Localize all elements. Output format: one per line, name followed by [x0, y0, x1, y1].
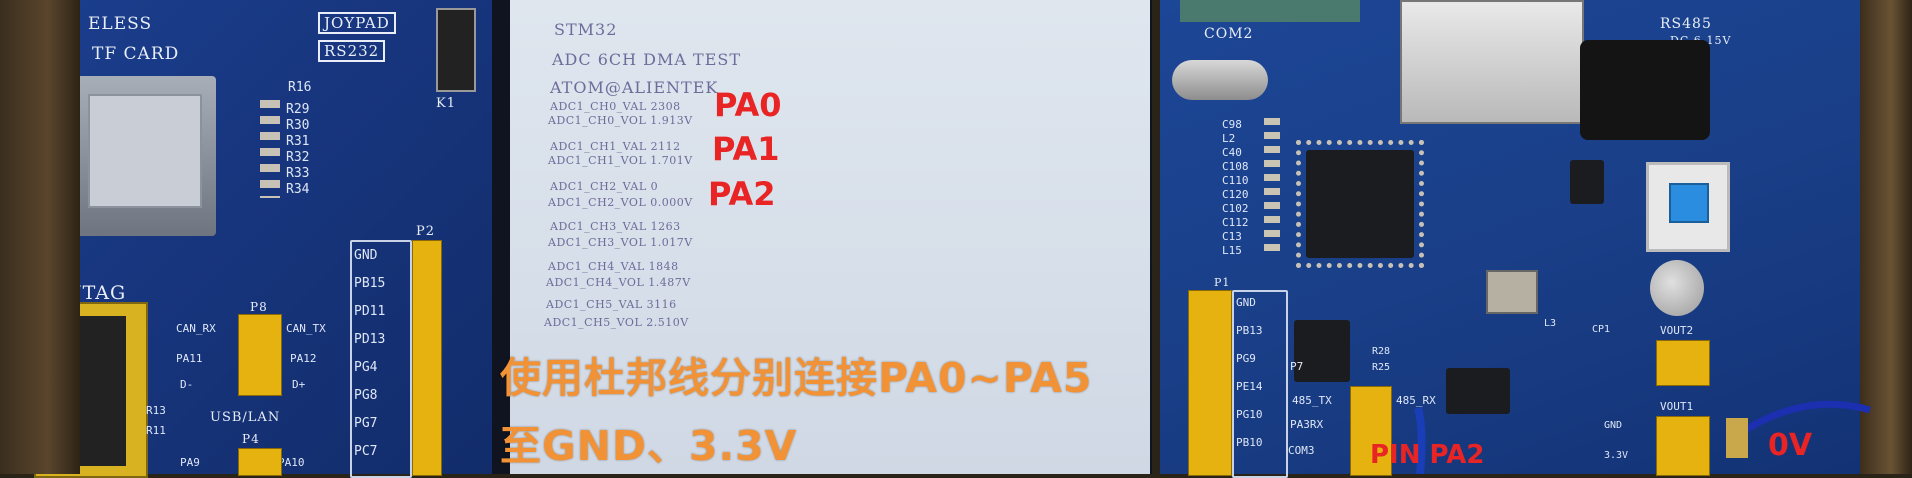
annotation-0v: 0V [1768, 428, 1813, 463]
annotation-pa0: PA0 [714, 86, 782, 124]
caption-line-1: 使用杜邦线分别连接PA0~PA5 [500, 354, 1093, 402]
caption-line-2: 至GND、3.3V [500, 422, 798, 470]
annotation-pa1: PA1 [712, 130, 780, 168]
annotation-pa2: PA2 [708, 175, 776, 213]
annotation-pin-pa2: PIN PA2 [1370, 440, 1485, 470]
dupont-connector [1726, 418, 1748, 458]
